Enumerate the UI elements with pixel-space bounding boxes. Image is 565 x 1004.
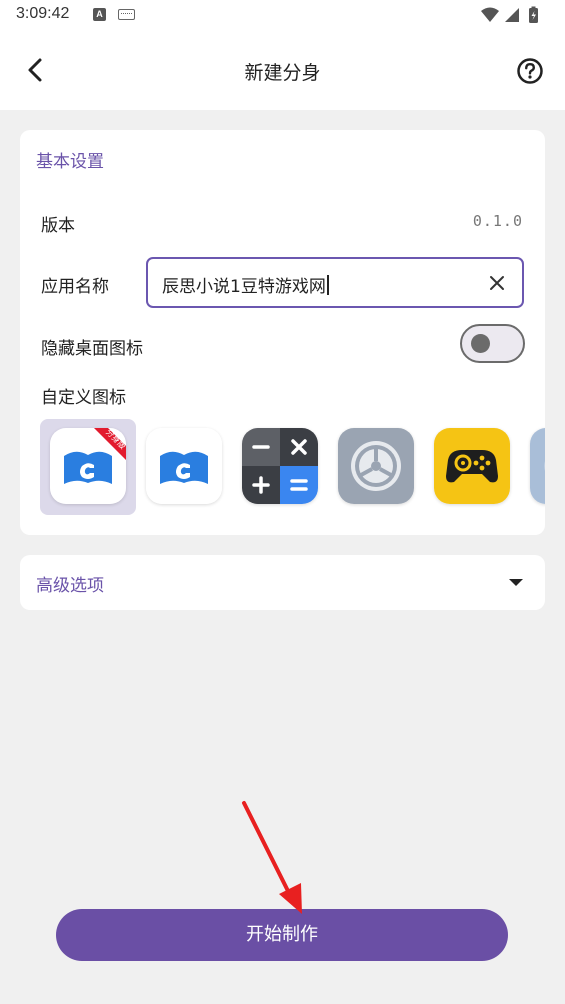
icon-option-book-clone[interactable]: 分身版 [40, 419, 136, 515]
advanced-options-card[interactable]: 高级选项 [20, 555, 545, 610]
clear-icon[interactable] [486, 272, 508, 294]
icon-option-settings[interactable] [328, 419, 424, 515]
status-time: 3:09:42 [16, 5, 70, 22]
help-circle-icon[interactable] [515, 56, 545, 86]
hide-icon-toggle[interactable] [460, 324, 525, 363]
book-app-icon [146, 428, 222, 504]
version-label: 版本 [41, 216, 75, 236]
basic-settings-title: 基本设置 [36, 152, 104, 172]
keyboard-icon [118, 9, 135, 20]
custom-icon-label: 自定义图标 [41, 388, 126, 408]
advanced-options-title: 高级选项 [36, 576, 104, 596]
icon-option-partial[interactable] [520, 419, 545, 515]
settings-gear-icon [338, 428, 414, 504]
app-name-value: 辰思小说1豆特游戏网 [162, 277, 326, 297]
book-app-icon-clone: 分身版 [50, 428, 126, 504]
calculator-icon [242, 428, 318, 504]
hide-icon-label: 隐藏桌面图标 [41, 339, 143, 359]
toggle-knob [471, 334, 490, 353]
gamepad-icon [434, 428, 510, 504]
text-caret [326, 275, 329, 295]
icon-option-book[interactable] [136, 419, 232, 515]
version-value: 0.1.0 [472, 212, 523, 230]
start-create-button[interactable]: 开始制作 [56, 909, 508, 961]
app-name-label: 应用名称 [41, 277, 109, 297]
page-title: 新建分身 [244, 62, 321, 84]
dropdown-arrow-icon [509, 579, 523, 586]
status-indicators [481, 6, 538, 23]
app-name-input[interactable]: 辰思小说1豆特游戏网 [146, 257, 524, 308]
top-app-bar: 新建分身 [0, 32, 565, 110]
wifi-icon [481, 7, 499, 22]
icon-picker: 分身版 [40, 419, 545, 516]
signal-icon [505, 8, 519, 22]
icon-option-gamepad[interactable] [424, 419, 520, 515]
basic-settings-card: 基本设置 版本 0.1.0 应用名称 辰思小说1豆特游戏网 隐藏桌面图标 自定义… [20, 130, 545, 535]
icon-option-calculator[interactable] [232, 419, 328, 515]
status-a-icon: A [93, 8, 106, 21]
status-bar: 3:09:42 A [0, 0, 565, 32]
partial-icon [530, 428, 545, 504]
